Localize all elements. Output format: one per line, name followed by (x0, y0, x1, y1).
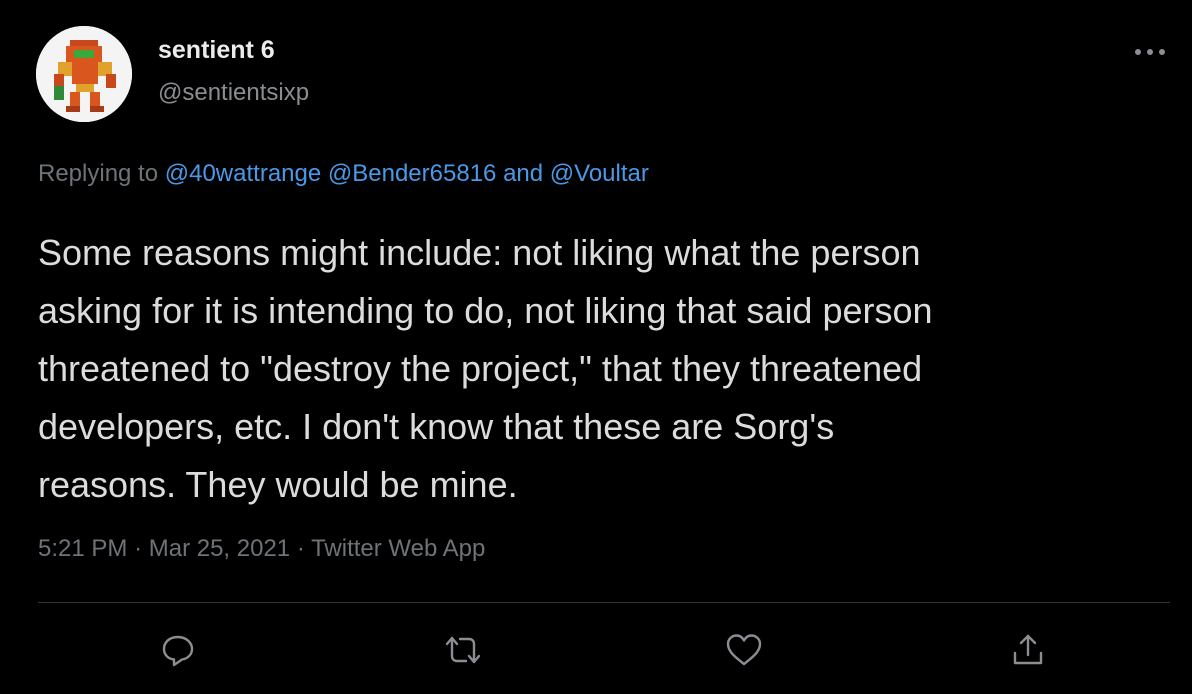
share-icon[interactable] (1006, 628, 1050, 672)
divider (38, 602, 1170, 603)
tweet-text-line: reasons. They would be mine. (38, 464, 518, 505)
tweet-date[interactable]: Mar 25, 2021 (149, 535, 290, 562)
tweet-text-line: asking for it is intending to do, not li… (38, 290, 933, 331)
display-name[interactable]: sentient 6 (158, 36, 275, 65)
tweet-text: Some reasons might include: not liking w… (38, 224, 1168, 514)
meta-separator: · (134, 535, 143, 562)
tweet: sentient 6 @sentientsixp Replying to @40… (0, 0, 1192, 694)
retweet-icon[interactable] (441, 628, 485, 672)
more-horizontal-icon[interactable] (1130, 40, 1170, 64)
reply-icon[interactable] (156, 628, 200, 672)
tweet-meta: 5:21 PM · Mar 25, 2021 · Twitter Web App (38, 535, 485, 563)
mention-joiner: and (503, 160, 544, 187)
like-icon[interactable] (722, 628, 766, 672)
tweet-text-line: threatened to "destroy the project," tha… (38, 348, 923, 389)
mention-link[interactable]: @Voultar (550, 160, 649, 187)
tweet-time[interactable]: 5:21 PM (38, 535, 127, 562)
mention-link[interactable]: @40wattrange (165, 160, 321, 187)
replying-to-line: Replying to @40wattrange @Bender65816 an… (38, 160, 649, 188)
replying-prefix: Replying to (38, 160, 159, 187)
tweet-text-line: developers, etc. I don't know that these… (38, 406, 835, 447)
user-handle[interactable]: @sentientsixp (158, 79, 309, 107)
tweet-client[interactable]: Twitter Web App (311, 535, 485, 562)
meta-separator: · (296, 535, 305, 562)
tweet-text-line: Some reasons might include: not liking w… (38, 232, 921, 273)
mention-link[interactable]: @Bender65816 (328, 160, 497, 187)
avatar[interactable] (36, 26, 132, 122)
